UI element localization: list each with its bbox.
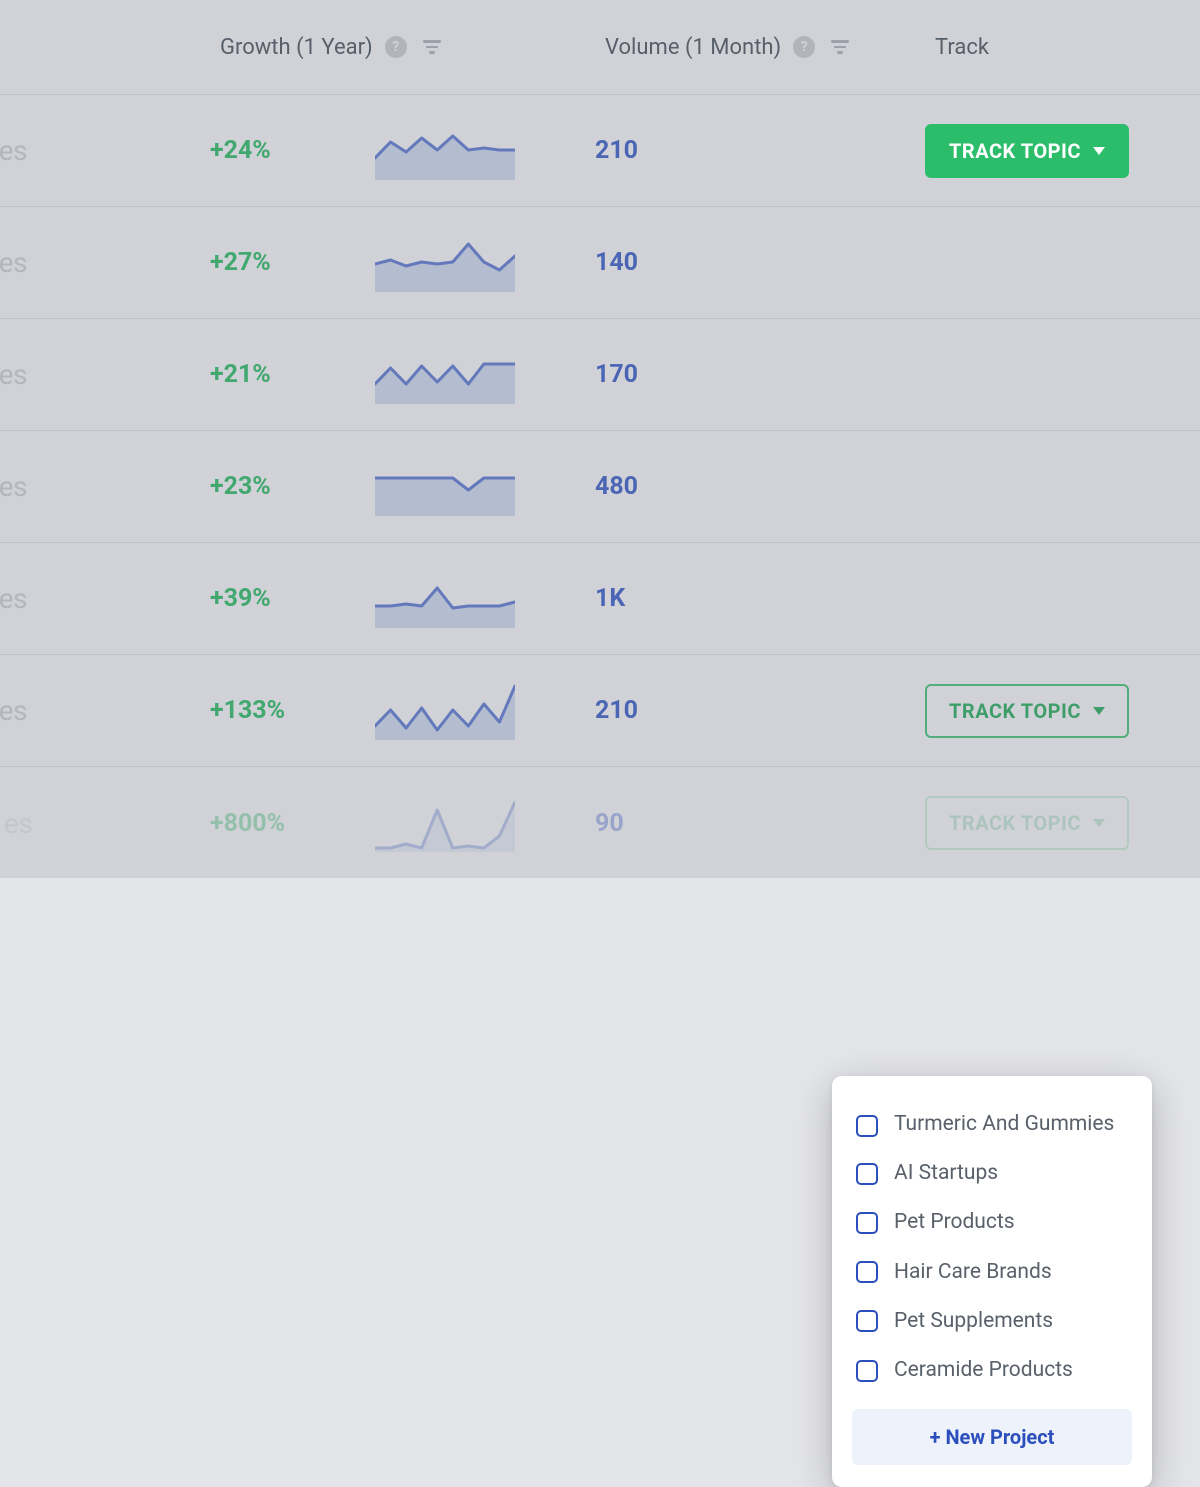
row-name-partial: tes <box>0 582 210 615</box>
dropdown-option[interactable]: Ceramide Products <box>852 1346 1132 1395</box>
track-button-label: TRACK TOPIC <box>949 811 1081 835</box>
sparkline <box>375 232 515 292</box>
checkbox[interactable] <box>856 1115 878 1137</box>
chevron-down-icon <box>1093 147 1105 155</box>
help-icon[interactable]: ? <box>793 36 815 58</box>
growth-value: +133% <box>210 696 375 725</box>
sparkline <box>375 792 515 852</box>
sparkline <box>375 680 515 740</box>
row-name-partial: tes <box>0 470 210 503</box>
row-name-partial: es <box>0 807 210 840</box>
checkbox[interactable] <box>856 1163 878 1185</box>
volume-value: 140 <box>595 248 925 277</box>
checkbox[interactable] <box>856 1212 878 1234</box>
help-icon[interactable]: ? <box>385 36 407 58</box>
track-topic-button[interactable]: TRACK TOPIC <box>925 796 1129 850</box>
dropdown-option-label: Hair Care Brands <box>894 1260 1052 1285</box>
row-name-partial: tes <box>0 358 210 391</box>
dropdown-option[interactable]: Pet Products <box>852 1198 1132 1247</box>
growth-value: +24% <box>210 136 375 165</box>
chevron-down-icon <box>1093 819 1105 827</box>
table-header-row: Growth (1 Year) ? Volume (1 Month) ? Tra… <box>0 0 1200 95</box>
table-row: tes +133% 210 TRACK TOPIC <box>0 655 1200 767</box>
checkbox[interactable] <box>856 1310 878 1332</box>
dropdown-option[interactable]: Turmeric And Gummies <box>852 1100 1132 1149</box>
table-row: es +800% 90 TRACK TOPIC <box>0 767 1200 879</box>
growth-value: +23% <box>210 472 375 501</box>
header-growth-label: Growth (1 Year) <box>220 35 373 60</box>
track-button-label: TRACK TOPIC <box>949 699 1081 723</box>
volume-value: 480 <box>595 472 925 501</box>
filter-icon[interactable] <box>827 36 853 58</box>
volume-value: 210 <box>595 136 925 165</box>
row-name-partial: tes <box>0 134 210 167</box>
dropdown-option-label: Pet Products <box>894 1210 1015 1235</box>
sparkline <box>375 344 515 404</box>
sparkline <box>375 120 515 180</box>
table-row: tes +21% 170 <box>0 319 1200 431</box>
sparkline <box>375 456 515 516</box>
new-project-button[interactable]: + New Project <box>852 1409 1132 1465</box>
filter-icon[interactable] <box>419 36 445 58</box>
new-project-label: + New Project <box>930 1425 1055 1449</box>
dropdown-option[interactable]: Pet Supplements <box>852 1297 1132 1346</box>
track-topic-button[interactable]: TRACK TOPIC <box>925 684 1129 738</box>
header-track-label: Track <box>935 35 989 60</box>
table-row: tes +27% 140 <box>0 207 1200 319</box>
track-topic-button[interactable]: TRACK TOPIC <box>925 124 1129 178</box>
table-row: tes +24% 210 TRACK TOPIC <box>0 95 1200 207</box>
track-topic-dropdown: Turmeric And Gummies AI Startups Pet Pro… <box>832 1076 1152 1487</box>
table-row: tes +39% 1K <box>0 543 1200 655</box>
table-row: tes +23% 480 <box>0 431 1200 543</box>
track-button-label: TRACK TOPIC <box>949 139 1081 163</box>
volume-value: 1K <box>595 584 925 613</box>
dropdown-option-label: Ceramide Products <box>894 1358 1073 1383</box>
chevron-down-icon <box>1093 707 1105 715</box>
checkbox[interactable] <box>856 1360 878 1382</box>
checkbox[interactable] <box>856 1261 878 1283</box>
dropdown-option-label: Turmeric And Gummies <box>894 1112 1114 1137</box>
row-name-partial: tes <box>0 694 210 727</box>
growth-value: +800% <box>210 809 375 838</box>
dropdown-option-label: Pet Supplements <box>894 1309 1053 1334</box>
volume-value: 170 <box>595 360 925 389</box>
growth-value: +27% <box>210 248 375 277</box>
dropdown-option-label: AI Startups <box>894 1161 998 1186</box>
volume-value: 90 <box>595 809 925 838</box>
sparkline <box>375 568 515 628</box>
growth-value: +39% <box>210 584 375 613</box>
row-name-partial: tes <box>0 246 210 279</box>
growth-value: +21% <box>210 360 375 389</box>
dropdown-option[interactable]: Hair Care Brands <box>852 1248 1132 1297</box>
header-volume-label: Volume (1 Month) <box>605 35 781 60</box>
dropdown-option[interactable]: AI Startups <box>852 1149 1132 1198</box>
volume-value: 210 <box>595 696 925 725</box>
